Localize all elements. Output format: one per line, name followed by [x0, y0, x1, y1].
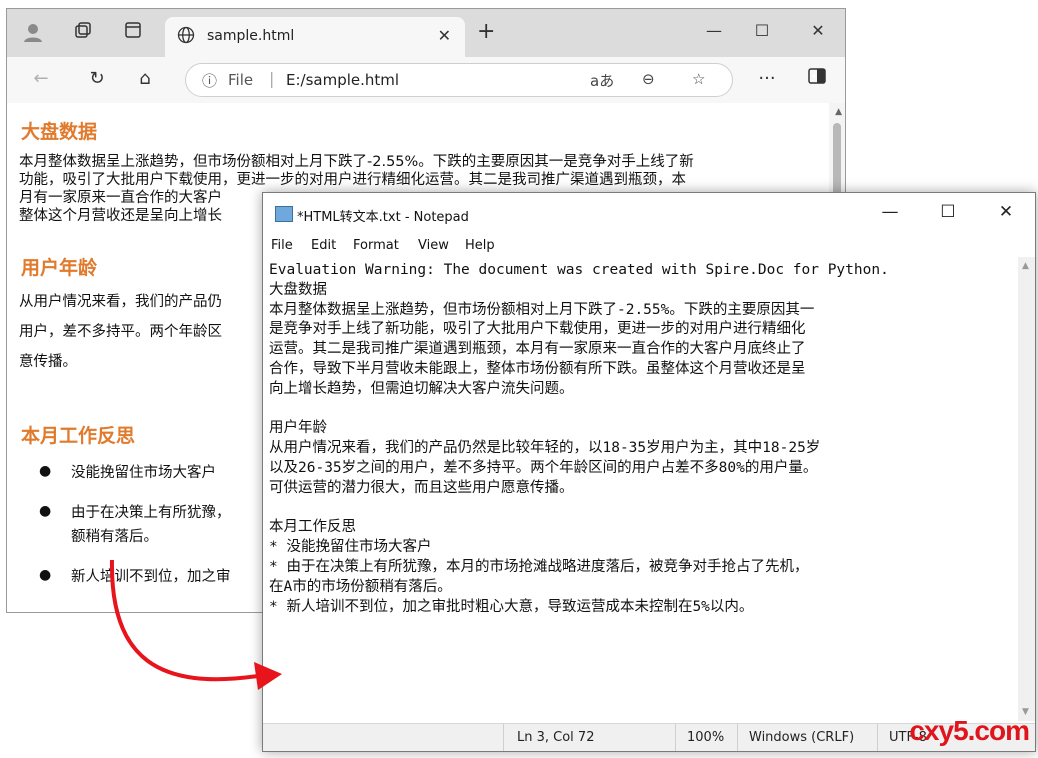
red-arrow-icon [109, 559, 282, 690]
